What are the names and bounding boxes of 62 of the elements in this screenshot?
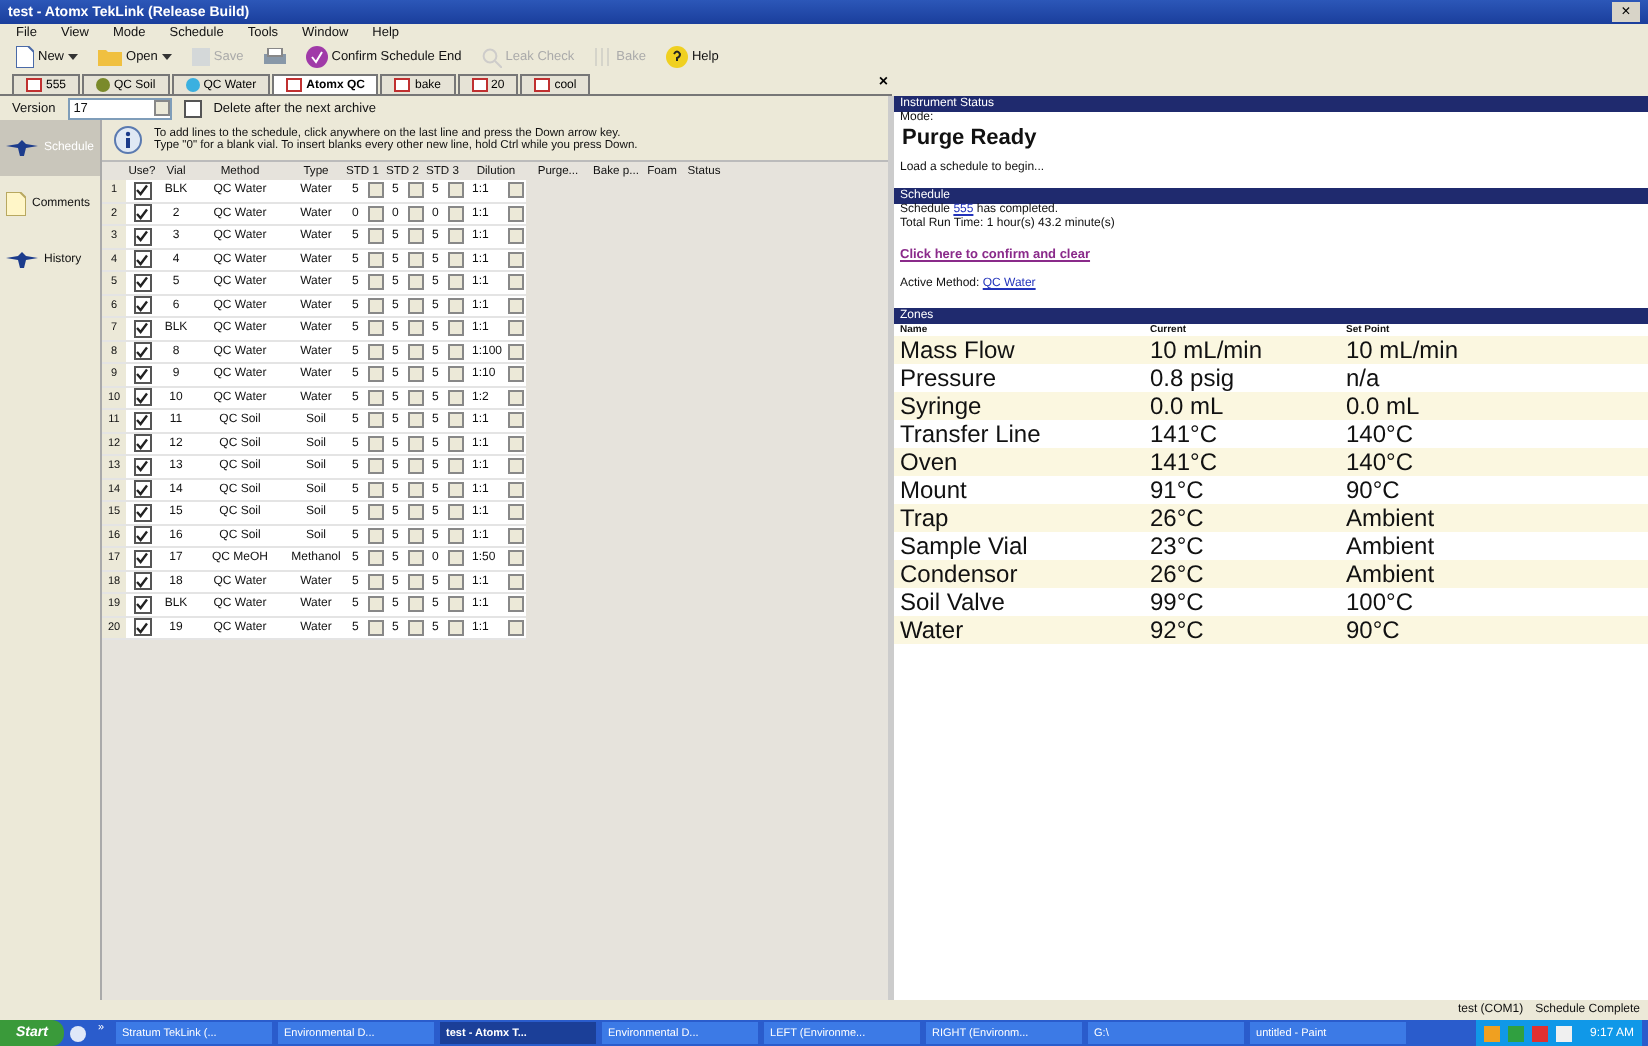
checkbox[interactable] — [133, 365, 151, 384]
checkbox[interactable] — [133, 480, 151, 499]
window-icon — [26, 78, 42, 92]
checkbox[interactable] — [133, 434, 151, 453]
checkbox[interactable] — [133, 388, 151, 407]
bird-icon — [6, 140, 38, 156]
zone-cell: Ambient — [1340, 560, 1648, 588]
zone-cell: Ambient — [1340, 504, 1648, 532]
zone-cell: 141°C — [1144, 448, 1340, 476]
zone-cell: 26°C — [1144, 504, 1340, 532]
printer-icon — [263, 48, 286, 66]
checkbox[interactable] — [133, 342, 151, 361]
document-icon — [6, 192, 26, 216]
caret-icon — [68, 54, 79, 60]
zone-cell: Syringe — [894, 392, 1144, 420]
checkbox[interactable] — [133, 227, 151, 246]
checkbox[interactable] — [133, 503, 151, 522]
check-circle-icon — [305, 46, 328, 68]
checkbox[interactable] — [133, 618, 151, 637]
window-icon — [394, 78, 411, 92]
bird-icon — [6, 252, 38, 268]
zone-cell: 90°C — [1340, 616, 1648, 644]
checkbox[interactable] — [133, 411, 151, 430]
info-icon — [114, 126, 142, 154]
zone-cell: 10 mL/min — [1340, 336, 1648, 364]
mode-value: Purge Ready — [900, 124, 1039, 154]
circle-icon — [185, 78, 200, 92]
close-button[interactable]: × — [1612, 2, 1640, 22]
zone-cell: 92°C — [1144, 616, 1340, 644]
document-icon — [16, 46, 34, 68]
window-icon — [534, 78, 551, 92]
checkbox[interactable] — [133, 595, 151, 614]
checkbox[interactable] — [133, 273, 151, 292]
checkbox[interactable] — [133, 181, 151, 200]
zone-cell: 26°C — [1144, 560, 1340, 588]
zone-cell: Water — [894, 616, 1144, 644]
zone-cell: Condensor — [894, 560, 1144, 588]
zone-cell: Mass Flow — [894, 336, 1144, 364]
checkbox[interactable] — [133, 526, 151, 545]
zone-cell: Oven — [894, 448, 1144, 476]
checkbox[interactable] — [133, 549, 151, 568]
folder-icon — [98, 48, 123, 66]
checkbox[interactable] — [183, 99, 202, 117]
window-icon — [286, 78, 303, 92]
circle-icon — [96, 78, 111, 92]
close-button[interactable]: × — [878, 72, 888, 90]
window-icon — [471, 78, 487, 92]
magnifier-icon — [481, 47, 502, 67]
zone-cell: 0.0 mL — [1144, 392, 1340, 420]
zone-cell: 0.0 mL — [1340, 392, 1648, 420]
caret-icon — [161, 54, 172, 60]
zone-cell: 140°C — [1340, 448, 1648, 476]
checkbox[interactable] — [133, 250, 151, 269]
checkbox[interactable] — [133, 572, 151, 591]
checkbox[interactable] — [133, 457, 151, 476]
zone-cell: 10 mL/min — [1144, 336, 1340, 364]
checkbox[interactable] — [133, 204, 151, 223]
zone-cell: Trap — [894, 504, 1144, 532]
quick-launch-icon[interactable] — [69, 1025, 86, 1041]
checkbox[interactable] — [133, 296, 151, 315]
checkbox[interactable] — [133, 319, 151, 338]
help-icon — [665, 46, 688, 68]
